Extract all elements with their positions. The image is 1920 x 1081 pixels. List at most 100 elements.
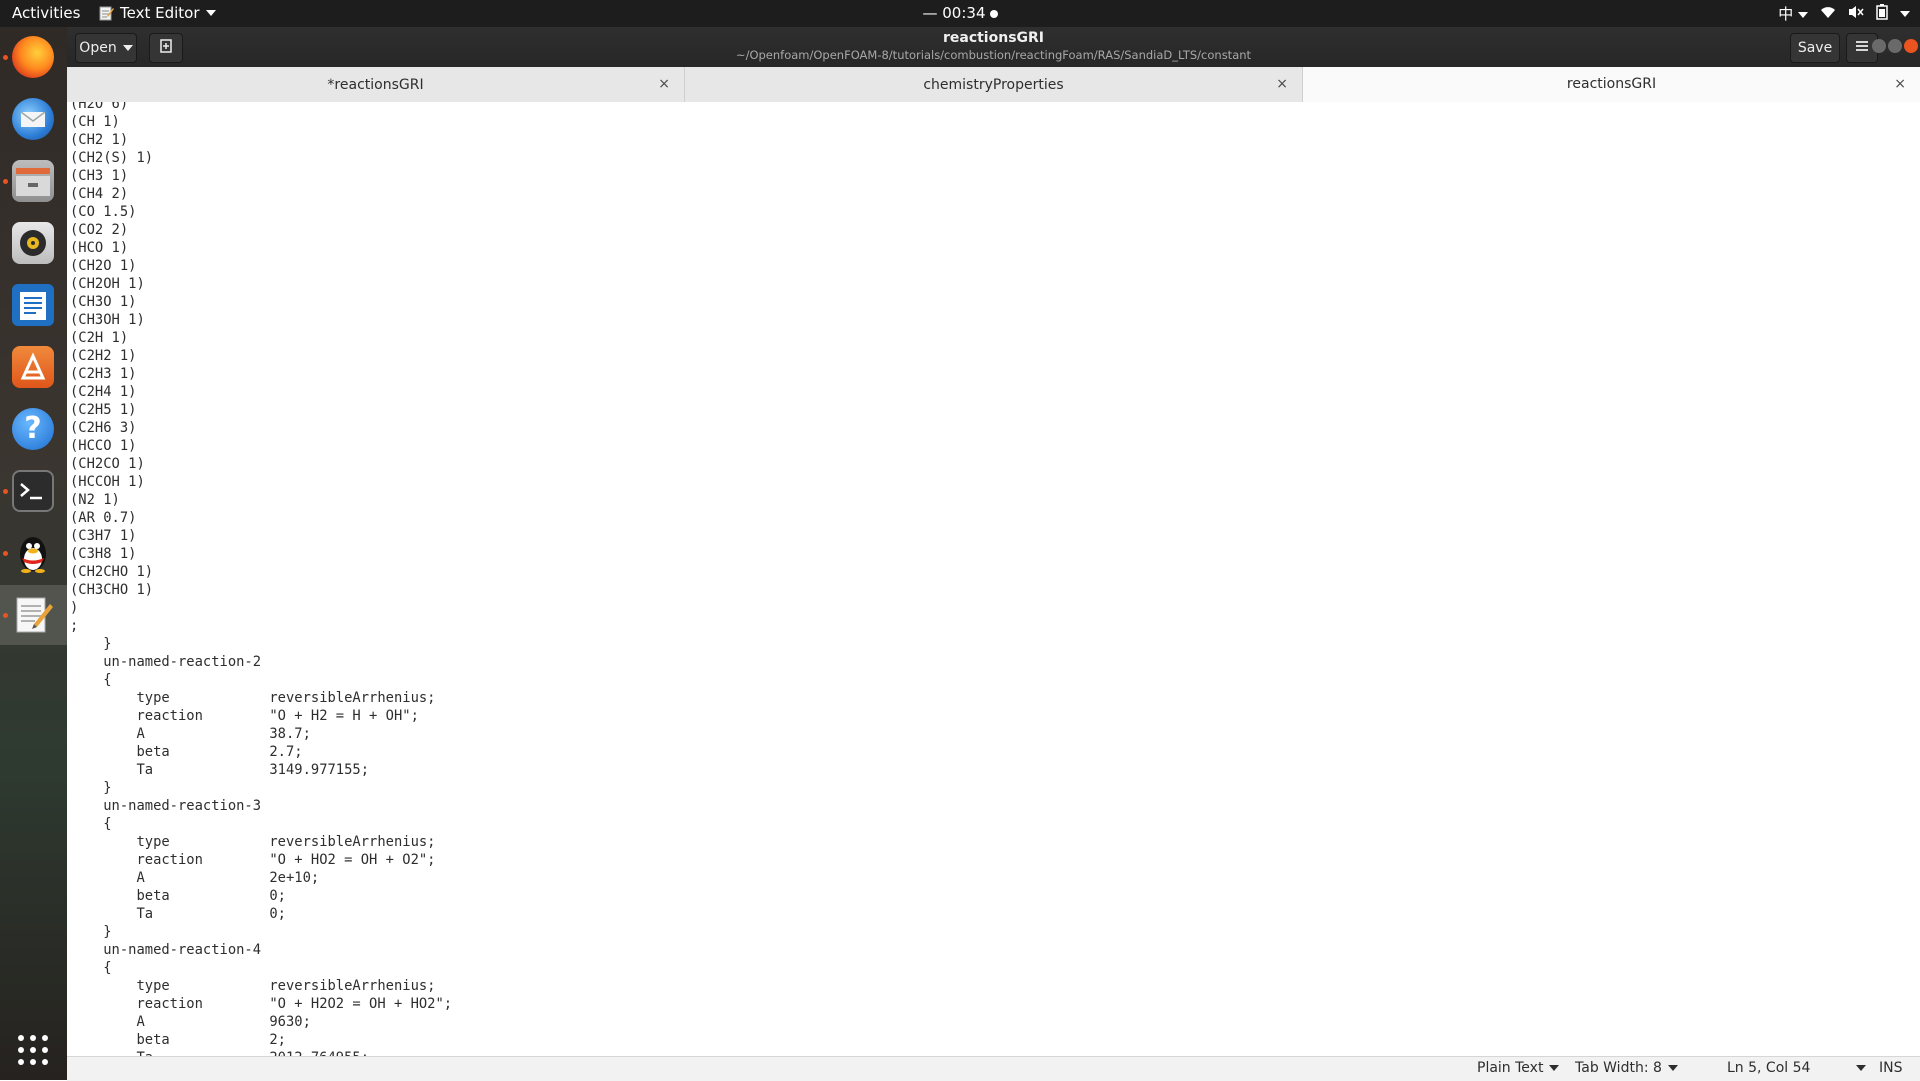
code-line: (CH2CHO 1)	[70, 564, 154, 580]
dock-item-text-editor[interactable]	[0, 585, 67, 645]
app-menu-caret-icon	[205, 10, 216, 16]
battery-icon[interactable]	[1876, 3, 1888, 24]
language-label: Plain Text	[1477, 1060, 1544, 1076]
input-method-caret-icon	[1798, 11, 1808, 18]
tab-chemistryproperties[interactable]: chemistryProperties ×	[685, 67, 1303, 102]
tab-close-icon[interactable]: ×	[1276, 76, 1288, 92]
code-line: (CH2(S) 1)	[70, 150, 154, 166]
code-line: (CH2O 1)	[70, 258, 137, 274]
code-line: ;	[70, 618, 79, 634]
code-line: (HCCOH 1)	[70, 474, 145, 490]
code-line: (C3H7 1)	[70, 528, 137, 544]
dock-item-thunderbird[interactable]	[0, 89, 67, 149]
cursor-position-caret-icon	[1856, 1065, 1867, 1071]
tab-close-icon[interactable]: ×	[658, 76, 670, 92]
code-line: (HCCO 1)	[70, 438, 137, 454]
cursor-position-label: Ln 5, Col 54	[1727, 1060, 1811, 1076]
dock-item-terminal[interactable]	[0, 461, 67, 521]
code-line: type reversibleArrhenius;	[70, 978, 436, 994]
code-line: beta 2;	[70, 1032, 286, 1048]
app-menu[interactable]: Text Editor	[98, 4, 216, 22]
language-selector[interactable]: Plain Text	[1477, 1060, 1560, 1076]
cursor-position-selector[interactable]: Ln 5, Col 54	[1727, 1060, 1867, 1076]
maximize-button[interactable]	[1888, 39, 1902, 53]
running-indicator	[3, 55, 8, 60]
input-method-indicator[interactable]: 中	[1778, 3, 1808, 24]
system-tray[interactable]: 中	[1778, 3, 1910, 24]
system-menu-caret-icon[interactable]	[1900, 10, 1910, 17]
volume-icon[interactable]	[1848, 5, 1864, 23]
tab-label: chemistryProperties	[923, 76, 1064, 93]
code-line: (CH3OH 1)	[70, 312, 145, 328]
tab-reactionsgri[interactable]: reactionsGRI ×	[1303, 67, 1920, 102]
clock[interactable]: — 00:34	[923, 4, 986, 22]
code-line: (CH2OH 1)	[70, 276, 145, 292]
code-line: )	[70, 600, 79, 616]
terminal-icon	[12, 470, 54, 512]
dock-item-rhythmbox[interactable]	[0, 213, 67, 273]
code-line: (CO2 2)	[70, 222, 129, 238]
code-line: (CH4 2)	[70, 186, 129, 202]
running-indicator	[3, 179, 8, 184]
code-line: A 2e+10;	[70, 870, 320, 886]
code-line: beta 2.7;	[70, 744, 303, 760]
code-line: reaction "O + H2O2 = OH + HO2";	[70, 996, 453, 1012]
tab-label: reactionsGRI	[1566, 76, 1657, 92]
dock-item-qq[interactable]	[0, 523, 67, 583]
text-editor-area[interactable]: (H2O 6) (CH 1) (CH2 1) (CH2(S) 1) (CH3 1) (CH…	[67, 102, 1920, 1056]
tab-bar: *reactionsGRI × chemistryProperties × re…	[67, 67, 1920, 103]
code-line: {	[70, 816, 112, 832]
text-editor-small-icon	[98, 5, 114, 21]
app-grid-icon	[12, 1029, 54, 1071]
code-line: }	[70, 636, 112, 652]
code-line: }	[70, 924, 112, 940]
running-indicator	[3, 551, 8, 556]
close-window-button[interactable]	[1904, 39, 1918, 53]
tab-reactionsgri-modified[interactable]: *reactionsGRI ×	[67, 67, 685, 102]
language-caret-icon	[1549, 1065, 1560, 1071]
text-editor-icon	[12, 594, 54, 636]
tab-label: *reactionsGRI	[327, 76, 424, 93]
top-bar: Activities Text Editor — 00:34 中	[0, 0, 1920, 27]
dock-show-applications[interactable]	[0, 1020, 67, 1076]
dock-item-help[interactable]: ?	[0, 399, 67, 459]
dock-item-software[interactable]	[0, 337, 67, 397]
code-line: (CH 1)	[70, 114, 120, 130]
notification-dot-icon	[989, 9, 998, 18]
code-line: (C2H5 1)	[70, 402, 137, 418]
code-line: (C3H8 1)	[70, 546, 137, 562]
help-icon: ?	[12, 408, 54, 450]
code-line: (N2 1)	[70, 492, 120, 508]
code-line: }	[70, 780, 112, 796]
code-line: type reversibleArrhenius;	[70, 834, 436, 850]
code-line: Ta 3149.977155;	[70, 762, 370, 778]
software-center-icon	[12, 346, 54, 388]
minimize-button[interactable]	[1872, 39, 1886, 53]
tab-width-selector[interactable]: Tab Width: 8	[1575, 1060, 1678, 1076]
code-line: beta 0;	[70, 888, 286, 904]
code-line: (CO 1.5)	[70, 204, 137, 220]
hamburger-icon	[1855, 40, 1869, 56]
insert-mode-indicator[interactable]: INS	[1879, 1060, 1903, 1076]
dock-item-writer[interactable]	[0, 275, 67, 335]
header-bar: Open reactionsGRI ~/Openfoam/OpenFOAM-8/…	[67, 27, 1920, 67]
code-line: un-named-reaction-2	[70, 654, 262, 670]
code-line: (CH2 1)	[70, 132, 129, 148]
qq-penguin-icon	[12, 532, 54, 574]
wifi-icon[interactable]	[1820, 5, 1836, 23]
code-line: (AR 0.7)	[70, 510, 137, 526]
save-button[interactable]: Save	[1790, 33, 1840, 63]
rhythmbox-icon	[12, 222, 54, 264]
running-indicator	[3, 489, 8, 494]
activities-button[interactable]: Activities	[12, 4, 80, 22]
code-line: (C2H4 1)	[70, 384, 137, 400]
code-line: type reversibleArrhenius;	[70, 690, 436, 706]
code-line: (CH3CHO 1)	[70, 582, 154, 598]
code-line: (CH3 1)	[70, 168, 129, 184]
input-method-label: 中	[1778, 5, 1794, 23]
dock-item-files[interactable]	[0, 151, 67, 211]
code-line: (HCO 1)	[70, 240, 129, 256]
thunderbird-icon	[12, 98, 54, 140]
dock-item-firefox[interactable]	[0, 27, 67, 87]
tab-close-icon[interactable]: ×	[1894, 76, 1906, 92]
